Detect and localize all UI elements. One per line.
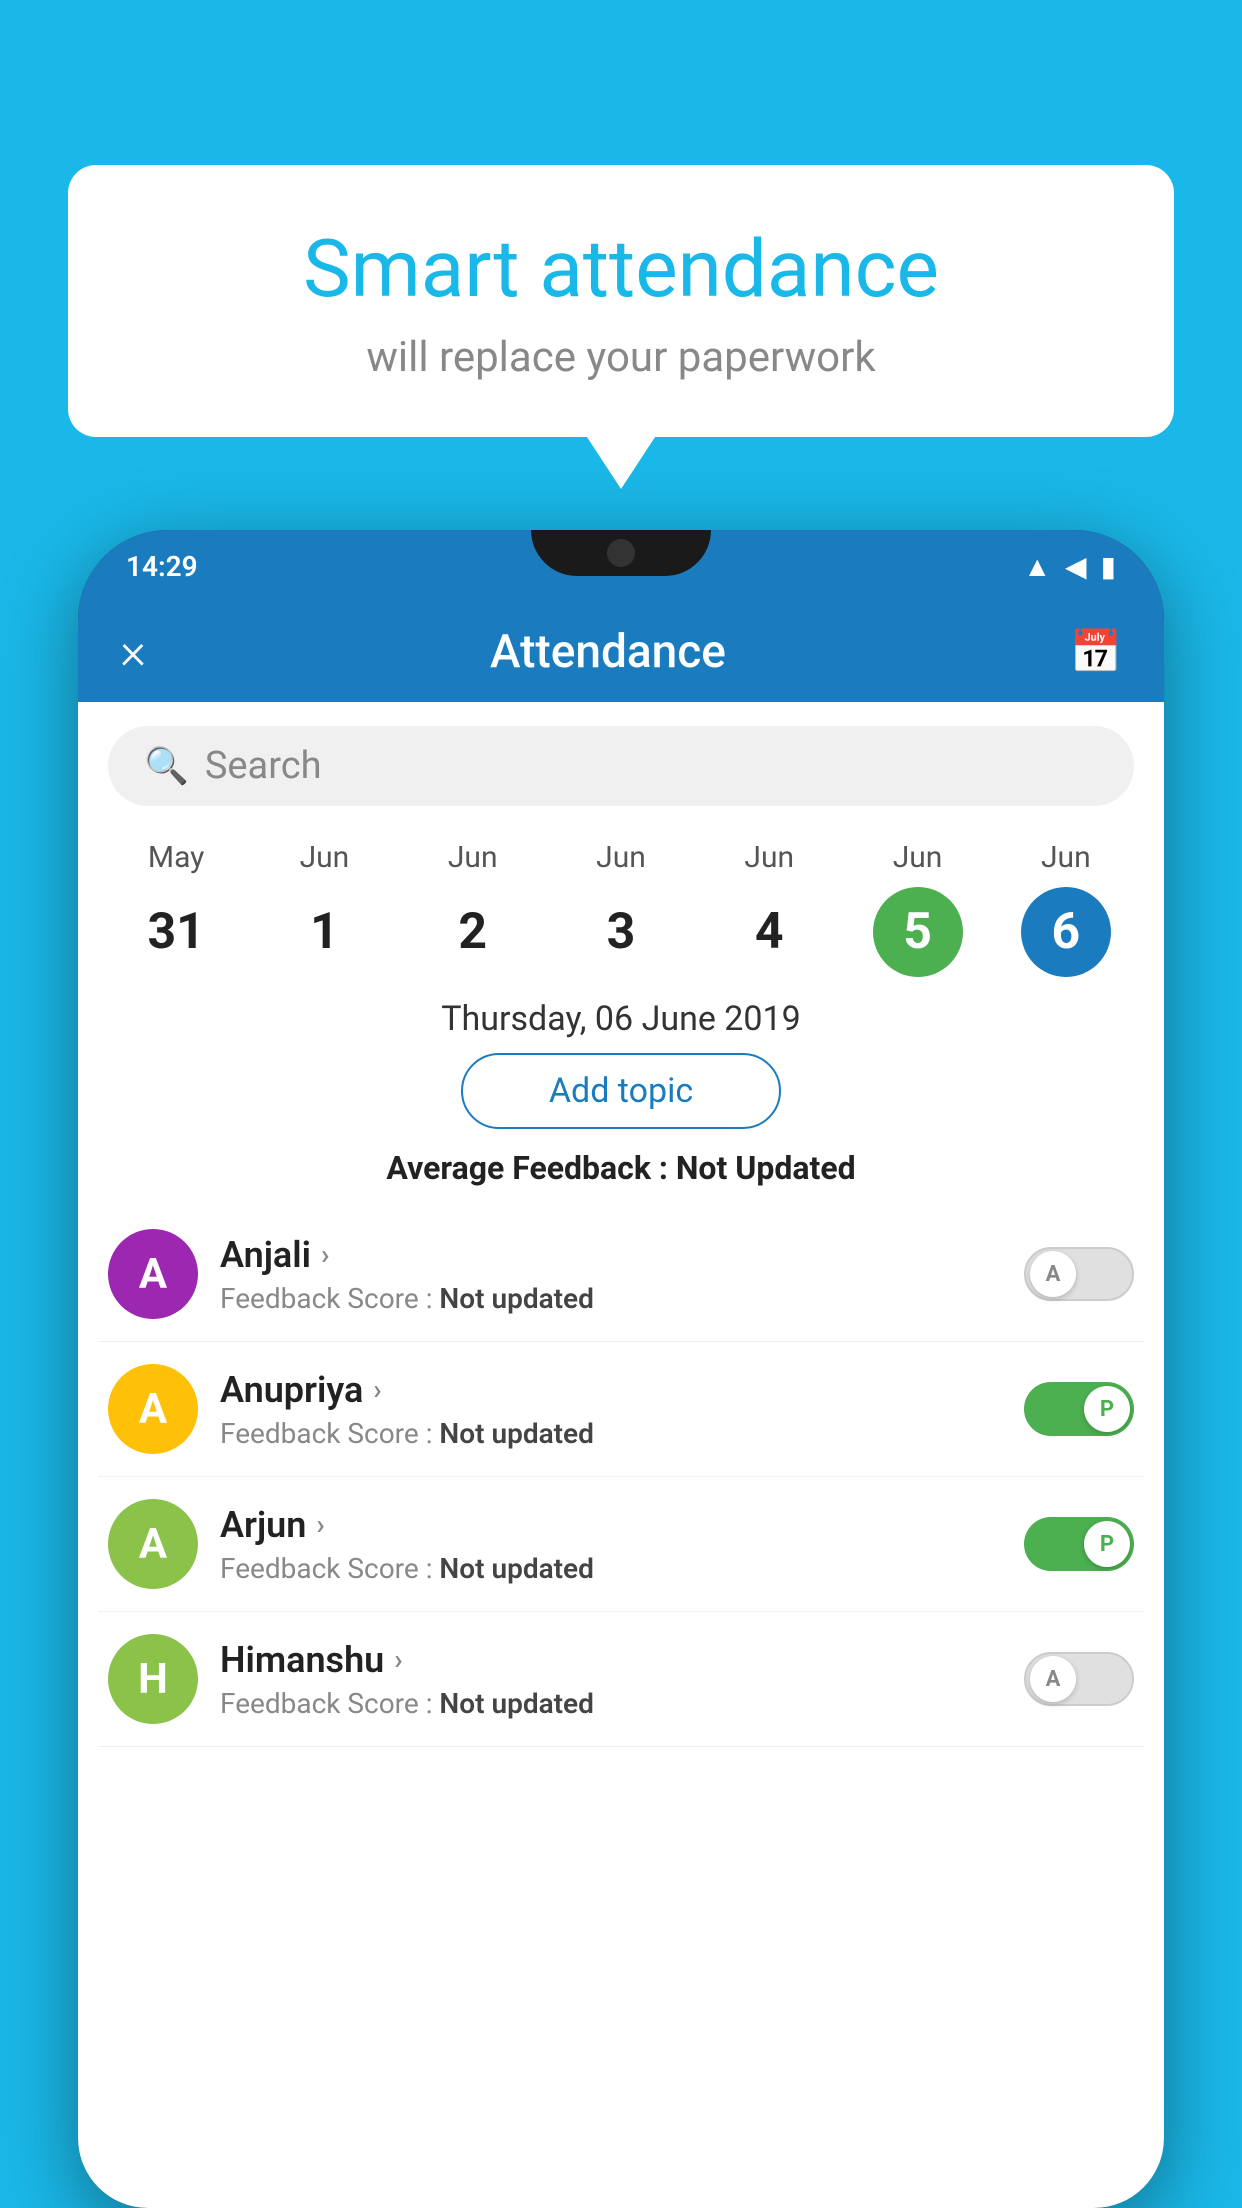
student-info: Himanshu › Feedback Score : Not updated [220, 1639, 1002, 1720]
cal-date-number[interactable]: 4 [724, 887, 814, 977]
cal-date-number[interactable]: 5 [873, 887, 963, 977]
student-row: A Anupriya › Feedback Score : Not updated P [98, 1342, 1144, 1477]
cal-month-label: Jun [1041, 840, 1091, 875]
cal-month-label: Jun [596, 840, 646, 875]
student-name[interactable]: Arjun › [220, 1504, 1002, 1546]
student-avatar: A [108, 1499, 198, 1589]
phone-frame: 14:29 ▲ ◀ ▮ × Attendance 📅 🔍 Search May 3… [78, 530, 1164, 2208]
chevron-icon: › [321, 1238, 329, 1271]
wifi-icon: ▲ [1023, 550, 1051, 583]
selected-date: Thursday, 06 June 2019 [78, 977, 1164, 1053]
cal-date-number[interactable]: 6 [1021, 887, 1111, 977]
attendance-toggle[interactable]: A [1024, 1247, 1134, 1301]
average-feedback: Average Feedback : Not Updated [78, 1149, 1164, 1187]
attendance-toggle[interactable]: A [1024, 1652, 1134, 1706]
calendar-strip: May 31 Jun 1 Jun 2 Jun 3 Jun 4 Jun 5 Jun 6 [78, 830, 1164, 977]
attendance-toggle[interactable]: P [1024, 1382, 1134, 1436]
cal-month-label: Jun [744, 840, 794, 875]
student-row: A Arjun › Feedback Score : Not updated P [98, 1477, 1144, 1612]
cal-day-0[interactable]: May 31 [116, 840, 236, 977]
signal-icon: ◀ [1065, 550, 1087, 583]
student-name[interactable]: Himanshu › [220, 1639, 1002, 1681]
speech-bubble: Smart attendance will replace your paper… [68, 165, 1174, 437]
attendance-toggle[interactable]: P [1024, 1517, 1134, 1571]
avg-feedback-value: Not Updated [676, 1149, 856, 1187]
status-icons: ▲ ◀ ▮ [1023, 550, 1116, 583]
close-button[interactable]: × [120, 623, 146, 681]
search-bar[interactable]: 🔍 Search [108, 726, 1134, 806]
cal-day-3[interactable]: Jun 3 [561, 840, 681, 977]
screen-content: 🔍 Search May 31 Jun 1 Jun 2 Jun 3 Jun 4 Jun 5 Jun 6 T… [78, 702, 1164, 2208]
student-list: AAnjali ›Feedback Score : Not updatedAAA… [78, 1207, 1164, 1747]
chevron-icon: › [373, 1373, 381, 1406]
cal-day-4[interactable]: Jun 4 [709, 840, 829, 977]
chevron-icon: › [316, 1508, 324, 1541]
bubble-subtitle: will replace your paperwork [118, 333, 1124, 382]
search-input[interactable]: Search [205, 744, 322, 788]
header-title: Attendance [490, 625, 726, 679]
feedback-score: Feedback Score : Not updated [220, 1552, 1002, 1585]
notch [531, 530, 711, 576]
calendar-button[interactable]: 📅 [1070, 628, 1122, 677]
student-info: Anupriya › Feedback Score : Not updated [220, 1369, 1002, 1450]
student-name[interactable]: Anjali › [220, 1234, 1002, 1276]
cal-day-6[interactable]: Jun 6 [1006, 840, 1126, 977]
cal-month-label: May [148, 840, 204, 875]
cal-date-number[interactable]: 31 [131, 887, 221, 977]
feedback-score: Feedback Score : Not updated [220, 1687, 1002, 1720]
battery-icon: ▮ [1101, 550, 1116, 583]
cal-day-1[interactable]: Jun 1 [264, 840, 384, 977]
student-name[interactable]: Anupriya › [220, 1369, 1002, 1411]
cal-month-label: Jun [448, 840, 498, 875]
student-info: Anjali › Feedback Score : Not updated [220, 1234, 1002, 1315]
student-row: A Anjali › Feedback Score : Not updated A [98, 1207, 1144, 1342]
avg-feedback-label: Average Feedback : [386, 1149, 675, 1187]
student-info: Arjun › Feedback Score : Not updated [220, 1504, 1002, 1585]
cal-month-label: Jun [893, 840, 943, 875]
search-icon: 🔍 [144, 745, 189, 787]
feedback-score: Feedback Score : Not updated [220, 1417, 1002, 1450]
student-row: H Himanshu › Feedback Score : Not updated A [98, 1612, 1144, 1747]
cal-month-label: Jun [300, 840, 350, 875]
student-avatar: A [108, 1229, 198, 1319]
cal-day-2[interactable]: Jun 2 [413, 840, 533, 977]
bubble-title: Smart attendance [118, 225, 1124, 313]
app-header: × Attendance 📅 [78, 602, 1164, 702]
status-time: 14:29 [126, 550, 198, 583]
add-topic-button[interactable]: Add topic [461, 1053, 781, 1129]
feedback-score: Feedback Score : Not updated [220, 1282, 1002, 1315]
chevron-icon: › [394, 1643, 402, 1676]
cal-date-number[interactable]: 3 [576, 887, 666, 977]
cal-date-number[interactable]: 1 [279, 887, 369, 977]
student-avatar: A [108, 1364, 198, 1454]
student-avatar: H [108, 1634, 198, 1724]
cal-date-number[interactable]: 2 [428, 887, 518, 977]
cal-day-5[interactable]: Jun 5 [858, 840, 978, 977]
camera [607, 539, 635, 567]
